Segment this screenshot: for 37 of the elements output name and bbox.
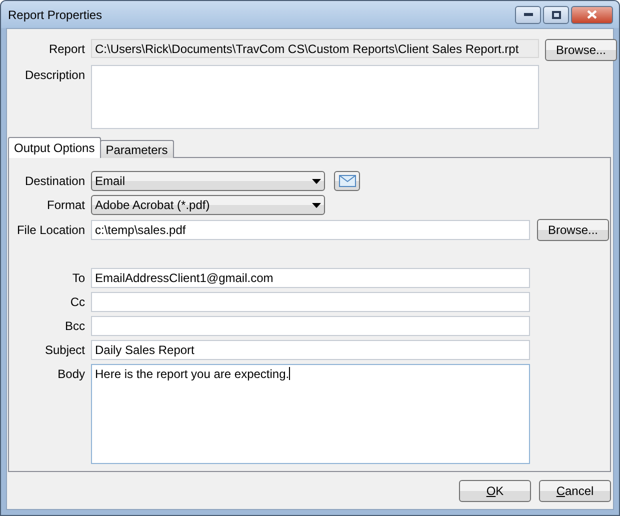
description-field[interactable] — [91, 65, 539, 129]
format-label: Format — [46, 198, 85, 212]
description-label: Description — [24, 67, 85, 84]
close-icon — [587, 10, 597, 19]
file-location-field[interactable]: c:\temp\sales.pdf — [91, 220, 530, 240]
dropdown-arrow-icon — [312, 178, 321, 184]
email-button[interactable] — [334, 171, 360, 191]
envelope-icon — [338, 175, 356, 187]
body-label: Body — [56, 366, 85, 381]
email-field[interactable]: Daily Sales Report — [91, 340, 530, 360]
format-dropdown[interactable]: Adobe Acrobat (*.pdf) — [91, 195, 325, 215]
email-field-label: To — [71, 271, 85, 285]
tab[interactable]: Output Options — [8, 137, 101, 158]
report-path-field[interactable]: C:\Users\Rick\Documents\TravCom CS\Custom Reports\Client Sales Report.rpt — [91, 39, 539, 58]
destination-dropdown[interactable]: Email — [91, 171, 325, 191]
window-title: Report Properties — [8, 8, 104, 22]
minimize-icon — [524, 13, 532, 16]
close-button[interactable] — [571, 6, 613, 24]
browse-button[interactable]: Browse... — [545, 39, 617, 61]
dialog-button[interactable]: OK — [459, 480, 531, 502]
dropdown-arrow-icon — [312, 202, 321, 208]
tab[interactable]: Parameters — [100, 140, 174, 158]
email-field[interactable] — [91, 292, 530, 312]
email-field[interactable]: EmailAddressClient1@gmail.com — [91, 268, 530, 288]
email-field-label: Subject — [44, 343, 85, 357]
report-label: Report — [48, 41, 85, 58]
minimize-button[interactable] — [515, 6, 541, 24]
maximize-icon — [552, 10, 560, 18]
email-field[interactable] — [91, 316, 530, 336]
body-text-area[interactable]: Here is the report you are expecting. — [91, 364, 530, 464]
email-field-label: Cc — [69, 295, 85, 309]
file-location-label: File Location — [16, 223, 85, 237]
destination-label: Destination — [24, 174, 85, 188]
dialog-button[interactable]: Cancel — [539, 480, 611, 502]
maximize-button[interactable] — [543, 6, 569, 24]
browse-button[interactable]: Browse... — [537, 219, 609, 241]
email-field-label: Bcc — [64, 319, 85, 333]
